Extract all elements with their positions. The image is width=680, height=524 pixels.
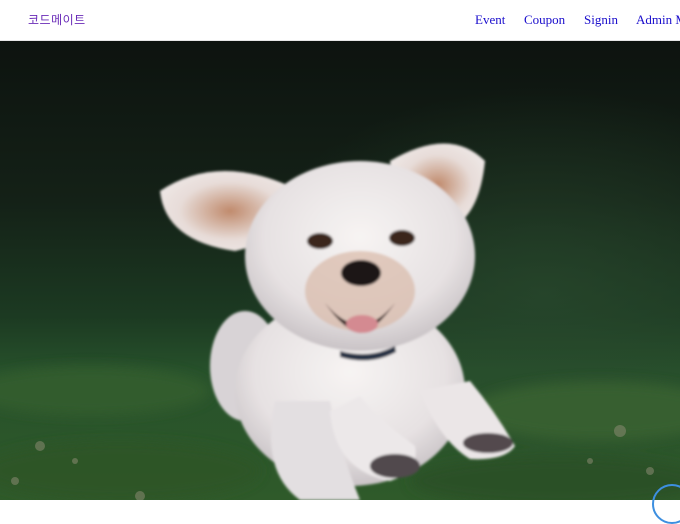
nav-link-signin[interactable]: Signin xyxy=(584,12,618,28)
main-nav: Event Coupon Signin Admin M xyxy=(0,12,680,32)
running-dog-photo xyxy=(0,41,680,500)
nav-link-admin[interactable]: Admin M xyxy=(636,12,680,28)
nav-link-coupon[interactable]: Coupon xyxy=(524,12,565,28)
top-navbar: 코드메이트 Event Coupon Signin Admin M xyxy=(0,0,680,41)
hero-banner-image xyxy=(0,41,680,500)
nav-link-event[interactable]: Event xyxy=(475,12,505,28)
floating-action-button[interactable] xyxy=(652,484,680,524)
